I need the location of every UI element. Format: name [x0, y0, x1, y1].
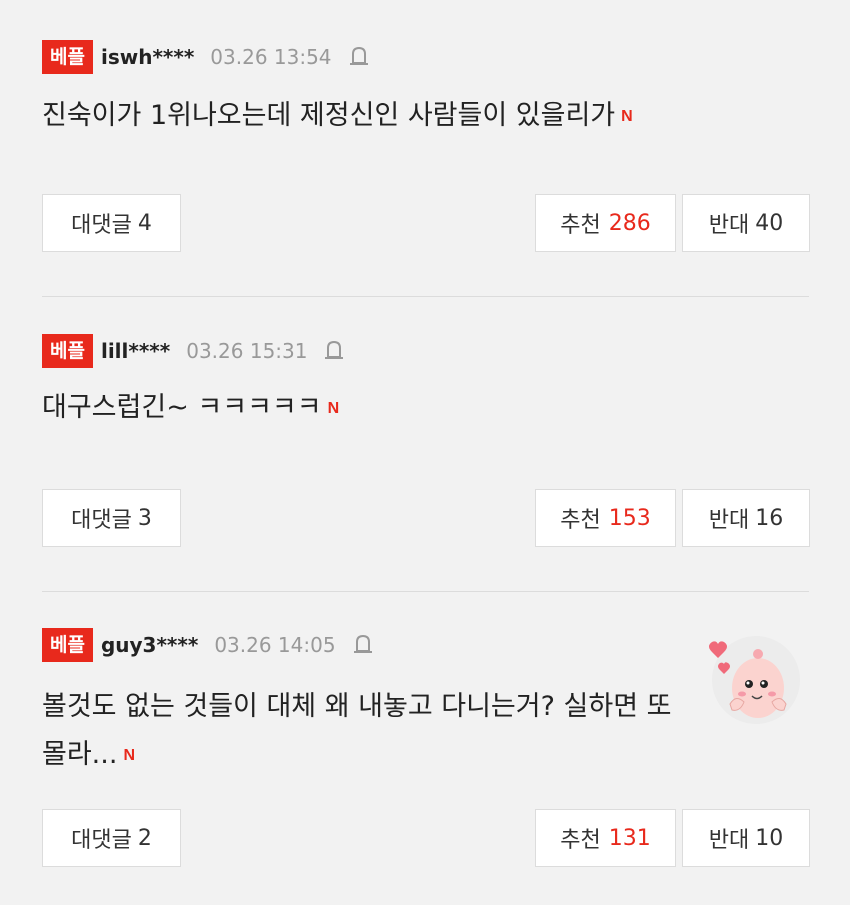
new-mark: N	[123, 746, 135, 764]
comment-body: 볼것도 없는 것들이 대체 왜 내놓고 다니는거? 실하면 또 몰라...	[42, 691, 672, 770]
reply-button[interactable]: 대댓글 2	[42, 809, 181, 867]
like-button[interactable]: 추천 286	[535, 194, 676, 252]
reply-button[interactable]: 대댓글 4	[42, 194, 181, 252]
dislike-label: 반대	[708, 508, 750, 533]
new-mark: N	[327, 399, 340, 417]
divider	[42, 591, 809, 592]
username[interactable]: lill****	[101, 339, 170, 363]
best-badge: 베플	[42, 40, 93, 74]
dislike-button[interactable]: 반대 40	[682, 194, 810, 252]
comment-text: 대구스럽긴~ ㅋㅋㅋㅋㅋ N	[42, 384, 339, 433]
like-button[interactable]: 추천 131	[535, 809, 676, 867]
username[interactable]: iswh****	[101, 45, 194, 69]
reply-count: 2	[137, 825, 152, 851]
best-badge: 베플	[42, 628, 93, 662]
dislike-count: 40	[755, 210, 784, 236]
bell-icon[interactable]	[352, 633, 374, 657]
like-count: 153	[608, 505, 651, 531]
dislike-button[interactable]: 반대 10	[682, 809, 810, 867]
username[interactable]: guy3****	[101, 633, 198, 657]
like-label: 추천	[560, 213, 601, 238]
bell-icon[interactable]	[323, 339, 345, 363]
reply-label: 대댓글	[71, 828, 132, 853]
dislike-label: 반대	[708, 213, 750, 238]
like-label: 추천	[560, 828, 601, 853]
dislike-count: 10	[755, 825, 784, 851]
new-mark: N	[621, 107, 633, 125]
reply-count: 3	[137, 505, 152, 531]
best-badge: 베플	[42, 334, 93, 368]
reply-count: 4	[137, 210, 152, 236]
like-label: 추천	[560, 508, 601, 533]
divider	[42, 296, 809, 297]
dislike-count: 16	[755, 505, 784, 531]
comment-text: 볼것도 없는 것들이 대체 왜 내놓고 다니는거? 실하면 또 몰라... N	[42, 683, 702, 780]
timestamp: 03.26 14:05	[214, 633, 336, 657]
comment-body: 진숙이가 1위나오는데 제정신인 사람들이 있을리가	[42, 100, 616, 131]
reply-button[interactable]: 대댓글 3	[42, 489, 181, 547]
comment-header: 베플 guy3**** 03.26 14:05	[42, 628, 374, 662]
like-button[interactable]: 추천 153	[535, 489, 676, 547]
bell-icon[interactable]	[348, 45, 370, 69]
timestamp: 03.26 13:54	[210, 45, 332, 69]
comment-body: 대구스럽긴~ ㅋㅋㅋㅋㅋ	[42, 392, 322, 423]
timestamp: 03.26 15:31	[186, 339, 308, 363]
comment-header: 베플 lill**** 03.26 15:31	[42, 334, 345, 368]
reply-label: 대댓글	[71, 508, 132, 533]
dislike-label: 반대	[708, 828, 750, 853]
comment-text: 진숙이가 1위나오는데 제정신인 사람들이 있을리가 N	[42, 92, 633, 141]
comment-header: 베플 iswh**** 03.26 13:54	[42, 40, 370, 74]
dislike-button[interactable]: 반대 16	[682, 489, 810, 547]
like-count: 286	[608, 210, 651, 236]
emoticon-sticker-icon	[709, 636, 800, 724]
reply-label: 대댓글	[71, 213, 132, 238]
like-count: 131	[608, 825, 651, 851]
